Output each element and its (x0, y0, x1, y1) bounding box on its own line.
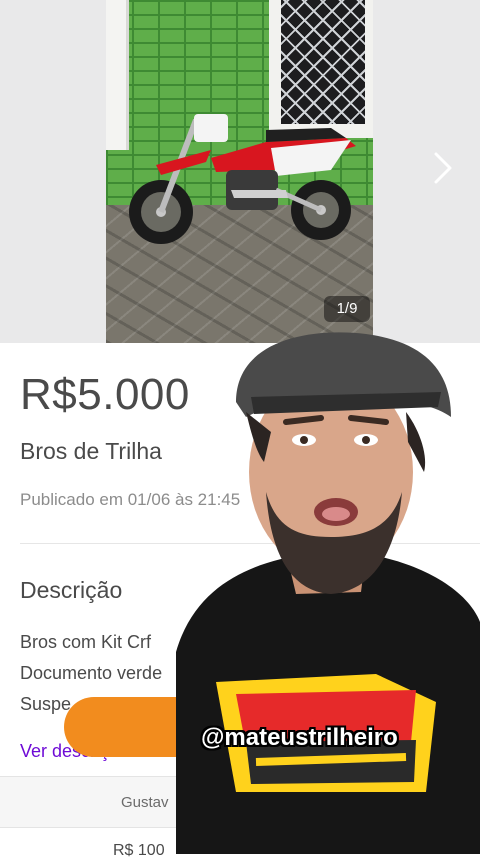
image-counter: 1/9 (324, 296, 370, 322)
image-gallery[interactable]: 1/9 (0, 0, 480, 343)
description-heading: Descrição (20, 577, 123, 603)
listing-title: Bros de Trilha (20, 438, 162, 464)
next-image-button[interactable] (426, 148, 460, 188)
presenter-overlay (176, 332, 480, 854)
description-line: Documento verde (20, 663, 163, 683)
table-value-cell: R$ 100 (113, 842, 165, 859)
creator-handle: @mateustrilheiro (201, 724, 398, 751)
listing-photo[interactable]: 1/9 (106, 0, 373, 343)
table-header-cell: Gustav (121, 794, 169, 811)
chevron-right-icon (434, 152, 452, 184)
description-line: Suspe (20, 694, 72, 714)
motorcycle-image (129, 114, 356, 244)
listing-price: R$5.000 (20, 370, 190, 419)
description-line: Bros com Kit Crf (20, 632, 152, 652)
